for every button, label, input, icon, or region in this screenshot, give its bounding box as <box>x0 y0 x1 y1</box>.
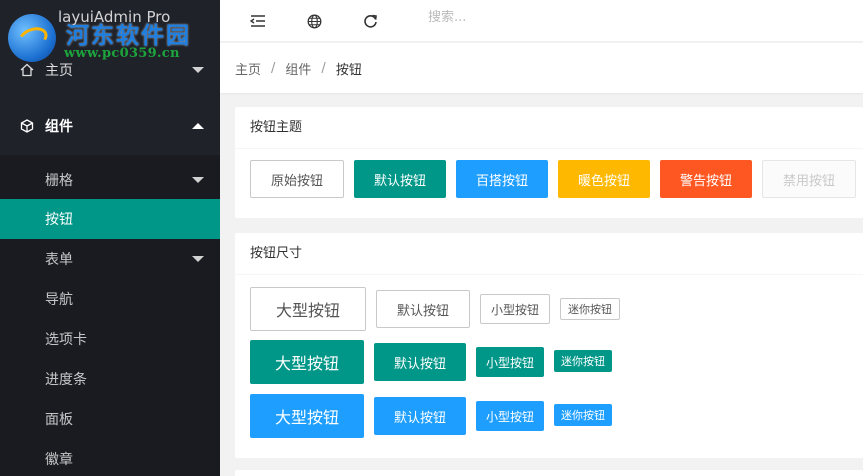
primary-button[interactable]: 原始按钮 <box>250 160 344 198</box>
shrink-menu-icon[interactable] <box>246 9 270 33</box>
chevron-down-icon <box>192 256 204 262</box>
size-card: 按钮尺寸 大型按钮 默认按钮 小型按钮 迷你按钮 大型按钮 默认按钮 小型按钮 … <box>235 233 863 458</box>
sidebar-item-label: 组件 <box>45 119 73 135</box>
default-button[interactable]: 默认按钮 <box>354 160 446 198</box>
chevron-up-icon <box>192 123 204 129</box>
primary-small-button[interactable]: 小型按钮 <box>480 294 550 324</box>
sidebar-item-label: 面板 <box>45 412 73 428</box>
primary-large-button[interactable]: 大型按钮 <box>250 287 366 331</box>
refresh-icon[interactable] <box>358 9 382 33</box>
theme-card: 按钮主题 原始按钮 默认按钮 百搭按钮 暖色按钮 警告按钮 禁用按钮 <box>235 107 863 218</box>
sidebar-item-progress[interactable]: 进度条 <box>0 359 220 399</box>
disabled-button: 禁用按钮 <box>762 160 856 198</box>
search-input[interactable] <box>428 10 628 25</box>
cube-icon <box>20 119 34 133</box>
top-header <box>220 0 863 42</box>
sidebar-item-tabs[interactable]: 选项卡 <box>0 319 220 359</box>
sidebar-item-label: 选项卡 <box>45 332 87 348</box>
globe-icon[interactable] <box>302 9 326 33</box>
sidebar-item-button[interactable]: 按钮 <box>0 199 220 239</box>
danger-button[interactable]: 警告按钮 <box>660 160 752 198</box>
normal-default-button[interactable]: 默认按钮 <box>374 397 466 435</box>
default-large-button[interactable]: 大型按钮 <box>250 340 364 384</box>
next-card <box>235 470 863 476</box>
sidebar-item-label: 按钮 <box>45 212 73 228</box>
home-icon <box>20 63 34 77</box>
sidebar: layuiAdmin Pro 河东软件园 www.pc0359.cn 主页 组件… <box>0 0 220 476</box>
normal-mini-button[interactable]: 迷你按钮 <box>554 404 612 426</box>
chevron-down-icon <box>192 177 204 183</box>
normal-large-button[interactable]: 大型按钮 <box>250 394 364 438</box>
sidebar-item-components[interactable]: 组件 <box>0 100 220 152</box>
chevron-down-icon <box>192 67 204 73</box>
sidebar-item-label: 主页 <box>45 63 73 79</box>
default-small-button[interactable]: 小型按钮 <box>476 347 544 377</box>
sidebar-item-label: 表单 <box>45 252 73 268</box>
default-mini-button[interactable]: 迷你按钮 <box>554 350 612 372</box>
sidebar-item-badge[interactable]: 徽章 <box>0 439 220 476</box>
breadcrumb-separator: / <box>321 60 326 76</box>
warm-button[interactable]: 暖色按钮 <box>558 160 650 198</box>
sidebar-item-panel[interactable]: 面板 <box>0 399 220 439</box>
sidebar-item-label: 导航 <box>45 292 73 308</box>
default-default-button[interactable]: 默认按钮 <box>374 343 466 381</box>
card-title: 按钮尺寸 <box>235 233 863 275</box>
breadcrumb-item-current: 按钮 <box>335 62 362 78</box>
breadcrumb: 主页 / 组件 / 按钮 <box>220 43 863 93</box>
sidebar-item-home[interactable]: 主页 <box>0 50 220 90</box>
watermark-title: 河东软件园 <box>66 22 191 49</box>
primary-mini-button[interactable]: 迷你按钮 <box>560 298 620 320</box>
sidebar-item-form[interactable]: 表单 <box>0 239 220 279</box>
primary-default-button[interactable]: 默认按钮 <box>376 290 470 328</box>
breadcrumb-item-components[interactable]: 组件 <box>285 59 311 78</box>
sidebar-item-label: 徽章 <box>45 452 73 468</box>
sidebar-submenu: 栅格 按钮 表单 导航 选项卡 进度条 面板 徽章 <box>0 155 220 476</box>
card-title: 按钮主题 <box>235 107 863 149</box>
sidebar-item-nav[interactable]: 导航 <box>0 279 220 319</box>
normal-small-button[interactable]: 小型按钮 <box>476 401 544 431</box>
sidebar-item-label: 栅格 <box>45 173 73 189</box>
normal-button[interactable]: 百搭按钮 <box>456 160 548 198</box>
sidebar-item-label: 进度条 <box>45 372 87 388</box>
breadcrumb-separator: / <box>271 60 276 76</box>
sidebar-item-grid[interactable]: 栅格 <box>0 160 220 200</box>
breadcrumb-item-home[interactable]: 主页 <box>235 59 261 78</box>
